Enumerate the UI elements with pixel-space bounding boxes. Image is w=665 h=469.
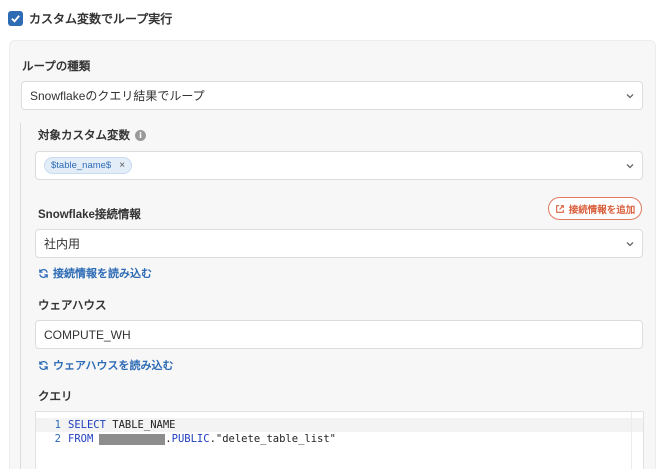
chevron-down-icon bbox=[626, 94, 634, 99]
refresh-icon bbox=[39, 268, 48, 278]
add-connection-label: 接続情報を追加 bbox=[568, 204, 636, 216]
loop-checkbox[interactable] bbox=[8, 11, 23, 26]
warehouse-input[interactable]: COMPUTE_WH bbox=[35, 320, 643, 349]
loop-type-select[interactable]: Snowflakeのクエリ結果でループ bbox=[21, 81, 643, 110]
info-icon[interactable]: i bbox=[135, 129, 146, 141]
redacted-database-name bbox=[99, 433, 166, 445]
editor-scrollbar[interactable] bbox=[631, 412, 643, 469]
connection-value: 社内用 bbox=[44, 237, 81, 251]
query-label: クエリ bbox=[38, 391, 73, 403]
code-line: 1 SELECT TABLE_NAME bbox=[36, 418, 643, 432]
reload-warehouse-label: ウェアハウスを読み込む bbox=[53, 360, 174, 372]
loop-type-label: ループの種類 bbox=[22, 61, 91, 73]
line-number: 2 bbox=[54, 433, 61, 445]
sql-keyword: FROM bbox=[68, 433, 94, 445]
code-line: 2 FROM . PUBLIC ."delete_table_list" bbox=[36, 432, 643, 446]
connection-label: Snowflake接続情報 bbox=[38, 209, 141, 221]
chevron-down-icon bbox=[626, 164, 634, 169]
sql-text: ."delete_table_list" bbox=[209, 433, 336, 445]
loop-type-value: Snowflakeのクエリ結果でループ bbox=[30, 89, 205, 103]
refresh-icon bbox=[39, 360, 48, 370]
sql-keyword: SELECT bbox=[68, 419, 106, 431]
reload-warehouse-link[interactable]: ウェアハウスを読み込む bbox=[38, 357, 174, 373]
check-icon bbox=[11, 15, 20, 23]
warehouse-label: ウェアハウス bbox=[38, 300, 107, 312]
target-var-select[interactable]: $table_name$ × bbox=[35, 151, 643, 180]
sql-keyword: PUBLIC bbox=[171, 433, 210, 445]
chevron-down-icon bbox=[626, 242, 634, 247]
reload-connection-label: 接続情報を読み込む bbox=[53, 268, 152, 280]
loop-checkbox-label: カスタム変数でループ実行 bbox=[29, 12, 173, 26]
external-link-icon bbox=[555, 204, 564, 213]
add-connection-button[interactable]: 接続情報を追加 bbox=[548, 197, 642, 220]
target-var-label: 対象カスタム変数 i bbox=[38, 127, 146, 143]
warehouse-value: COMPUTE_WH bbox=[44, 327, 131, 342]
variable-chip-label: $table_name$ bbox=[51, 160, 112, 171]
target-var-label-text: 対象カスタム変数 bbox=[38, 130, 130, 142]
chip-remove-icon[interactable]: × bbox=[119, 160, 125, 171]
variable-chip: $table_name$ × bbox=[44, 157, 133, 174]
sql-text: TABLE_NAME bbox=[105, 419, 176, 431]
loop-checkbox-row[interactable]: カスタム変数でループ実行 bbox=[8, 10, 172, 27]
connection-select[interactable]: 社内用 bbox=[35, 229, 643, 258]
query-editor[interactable]: 1 SELECT TABLE_NAME 2 FROM . PUBLIC ."de… bbox=[35, 411, 644, 469]
line-number: 1 bbox=[54, 419, 61, 431]
reload-connection-link[interactable]: 接続情報を読み込む bbox=[38, 265, 152, 281]
